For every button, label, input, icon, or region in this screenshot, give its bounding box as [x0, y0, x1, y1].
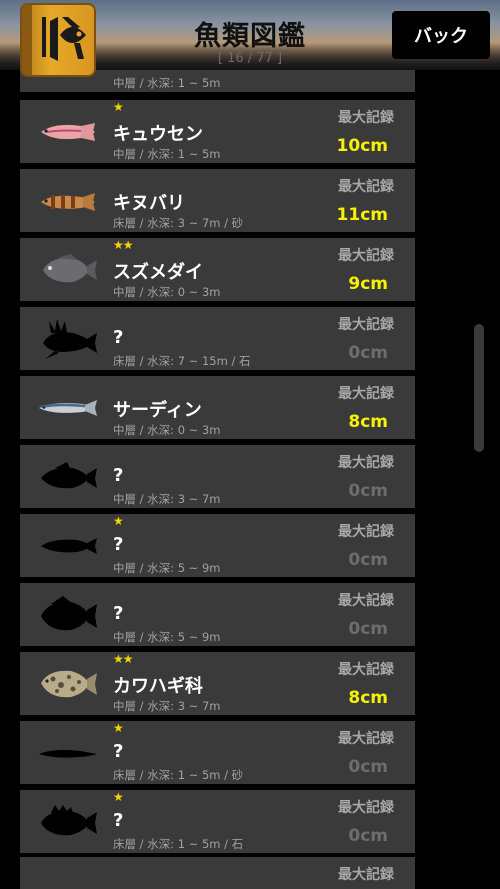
fish-habitat: 中層 / 水深: 0 ~ 3m: [113, 423, 221, 437]
collection-counter: [ 16 / 77 ]: [217, 51, 283, 66]
fish-name: ?: [113, 741, 124, 762]
rockfish-silhouette-icon: [32, 802, 104, 842]
rarity-stars: ★: [113, 790, 124, 804]
fish-row[interactable]: ? 中層 / 水深: 5 ~ 9m 最大記録 0cm: [20, 583, 415, 646]
fish-name: ?: [113, 327, 124, 348]
kyusen-fish-icon: [32, 112, 104, 152]
scrollbar-thumb[interactable]: [474, 324, 484, 452]
fish-row[interactable]: キヌバリ 床層 / 水深: 3 ~ 7m / 砂 最大記録 11cm: [20, 169, 415, 232]
fish-habitat: 中層 / 水深: 3 ~ 7m: [113, 699, 221, 713]
max-record-value: 8cm: [348, 412, 388, 432]
back-button[interactable]: バック: [392, 11, 490, 59]
fish-row[interactable]: ★ ? 床層 / 水深: 1 ~ 5m / 石 最大記録 0cm: [20, 790, 415, 853]
fish-habitat: 中層 / 水深: 1 ~ 5m: [113, 147, 221, 161]
max-record-label: 最大記録: [338, 524, 394, 540]
lionfish-silhouette-icon: [32, 319, 104, 359]
max-record-value: 9cm: [348, 274, 388, 294]
max-record-label: 最大記録: [338, 386, 394, 402]
suzumedai-fish-icon: [32, 250, 104, 290]
fish-name: キヌバリ: [113, 193, 185, 214]
fish-name: ?: [113, 465, 124, 486]
fish-name: カワハギ科: [113, 676, 203, 697]
fish-row[interactable]: ? 中層 / 水深: 3 ~ 7m 最大記録 0cm: [20, 445, 415, 508]
fish-silhouette-icon: [32, 457, 104, 497]
max-record-label: 最大記録: [338, 110, 394, 126]
max-record-value: 11cm: [336, 205, 388, 225]
fish-habitat: 中層 / 水深: 0 ~ 3m: [113, 285, 221, 299]
max-record-value: 0cm: [348, 826, 388, 846]
max-record-label: 最大記録: [338, 179, 394, 195]
rarity-stars: ★: [113, 721, 124, 735]
page-title: 魚類図鑑: [194, 21, 306, 52]
fish-habitat: 中層 / 水深: 5 ~ 9m: [113, 630, 221, 644]
fish-silhouette-icon: [32, 595, 104, 635]
fish-habitat: 中層 / 水深: 1 ~ 5m: [113, 76, 221, 90]
max-record-label: 最大記録: [338, 248, 394, 264]
rarity-stars: ★★: [113, 652, 133, 666]
fish-row[interactable]: サーディン 中層 / 水深: 0 ~ 3m 最大記録 8cm: [20, 376, 415, 439]
max-record-label: 最大記録: [338, 867, 394, 883]
fish-name: キュウセン: [113, 124, 203, 145]
sardine-fish-icon: [32, 388, 104, 428]
max-record-label: 最大記録: [338, 593, 394, 609]
max-record-label: 最大記録: [338, 662, 394, 678]
fish-name: ?: [113, 810, 124, 831]
fish-row[interactable]: ★ ? 中層 / 水深: 5 ~ 9m 最大記録 0cm: [20, 514, 415, 577]
fish-habitat: 床層 / 水深: 1 ~ 5m / 石: [113, 837, 244, 851]
max-record-label: 最大記録: [338, 317, 394, 333]
max-record-label: 最大記録: [338, 731, 394, 747]
fish-name: スズメダイ: [113, 262, 203, 283]
filefish-icon: [32, 664, 104, 704]
fish-silhouette-icon: [32, 526, 104, 566]
max-record-value: 0cm: [348, 550, 388, 570]
fish-book-icon: [20, 3, 96, 77]
eel-silhouette-icon: [32, 733, 104, 773]
max-record-label: 最大記録: [338, 455, 394, 471]
fish-row[interactable]: ? 床層 / 水深: 7 ~ 15m / 石 最大記録 0cm: [20, 307, 415, 370]
fish-habitat: 床層 / 水深: 1 ~ 5m / 砂: [113, 768, 244, 782]
fish-row[interactable]: 最大記録: [20, 857, 415, 889]
fish-habitat: 中層 / 水深: 3 ~ 7m: [113, 492, 221, 506]
fish-name: ?: [113, 603, 124, 624]
kinubari-fish-icon: [32, 181, 104, 221]
fish-row[interactable]: ★★ カワハギ科 中層 / 水深: 3 ~ 7m 最大記録 8cm: [20, 652, 415, 715]
fish-row[interactable]: ★★ スズメダイ 中層 / 水深: 0 ~ 3m 最大記録 9cm: [20, 238, 415, 301]
max-record-value: 0cm: [348, 619, 388, 639]
fish-name: ?: [113, 534, 124, 555]
max-record-value: 10cm: [336, 136, 388, 156]
rarity-stars: ★: [113, 100, 124, 114]
max-record-value: 0cm: [348, 481, 388, 501]
rarity-stars: ★: [113, 514, 124, 528]
fish-habitat: 床層 / 水深: 7 ~ 15m / 石: [113, 354, 251, 368]
fish-name: サーディン: [113, 400, 202, 421]
fish-list[interactable]: 中層 / 水深: 1 ~ 5m ★ キュウセン 中層 / 水深: 1 ~ 5m …: [20, 70, 415, 889]
max-record-value: 0cm: [348, 343, 388, 363]
max-record-value: 8cm: [348, 688, 388, 708]
fish-habitat: 床層 / 水深: 3 ~ 7m / 砂: [113, 216, 244, 230]
rarity-stars: ★★: [113, 238, 133, 252]
fish-row[interactable]: ★ キュウセン 中層 / 水深: 1 ~ 5m 最大記録 10cm: [20, 100, 415, 163]
fish-row[interactable]: ★ ? 床層 / 水深: 1 ~ 5m / 砂 最大記録 0cm: [20, 721, 415, 784]
max-record-value: 0cm: [348, 757, 388, 777]
fish-habitat: 中層 / 水深: 5 ~ 9m: [113, 561, 221, 575]
max-record-label: 最大記録: [338, 800, 394, 816]
